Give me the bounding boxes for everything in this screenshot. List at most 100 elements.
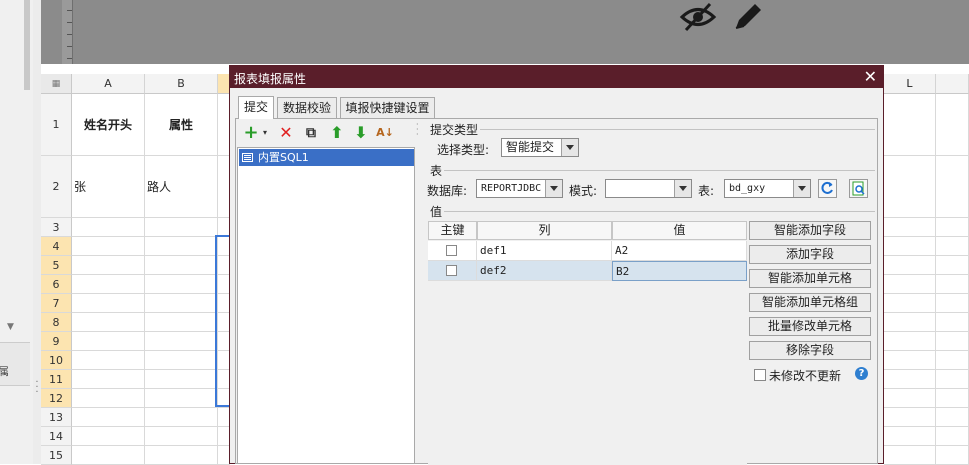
column-cell[interactable]: def1 [477, 241, 612, 261]
cell-b[interactable] [145, 389, 218, 408]
row-header[interactable]: 7 [41, 294, 72, 313]
schema-select[interactable] [605, 179, 692, 198]
row-header[interactable]: 3 [41, 218, 72, 237]
cell-a[interactable] [72, 427, 145, 446]
cell-a[interactable] [72, 294, 145, 313]
submit-type-select[interactable]: 智能提交 [501, 138, 579, 157]
cell-a[interactable] [72, 237, 145, 256]
batch-edit-cells-button[interactable]: 批量修改单元格 [749, 317, 871, 336]
chevron-down-icon[interactable] [545, 180, 562, 197]
select-all-corner[interactable]: ▦ [41, 74, 72, 94]
header-primary-key[interactable]: 主键 [428, 221, 477, 240]
cell-right[interactable] [884, 256, 936, 275]
list-splitter-grip-icon[interactable]: · · · [416, 121, 420, 142]
cell-right[interactable] [936, 332, 969, 351]
cell-right[interactable] [936, 156, 969, 218]
no-update-checkbox[interactable] [754, 369, 766, 381]
tab-shortcut-settings[interactable]: 填报快捷键设置 [340, 97, 435, 118]
cell-right[interactable] [884, 94, 936, 156]
cell-b[interactable] [145, 237, 218, 256]
cell-b[interactable] [145, 332, 218, 351]
cell-right[interactable] [936, 427, 969, 446]
row-header[interactable]: 13 [41, 408, 72, 427]
cell-right[interactable] [936, 218, 969, 237]
value-cell[interactable]: A2 [612, 241, 747, 261]
cell-right[interactable] [884, 332, 936, 351]
cell-b[interactable] [145, 351, 218, 370]
table-row[interactable]: def2 B2 [428, 261, 747, 281]
cell-right[interactable] [884, 389, 936, 408]
smart-add-cell-button[interactable]: 智能添加单元格 [749, 269, 871, 288]
cell-b[interactable] [145, 313, 218, 332]
row-header[interactable]: 8 [41, 313, 72, 332]
smart-add-field-button[interactable]: 智能添加字段 [749, 221, 871, 240]
cell-a[interactable] [72, 370, 145, 389]
row-header[interactable]: 4 [41, 237, 72, 256]
cell-a[interactable]: 张 [72, 156, 145, 218]
cell-b[interactable]: 属性 [145, 94, 218, 156]
primary-key-checkbox[interactable] [446, 245, 457, 256]
cell-a[interactable] [72, 446, 145, 465]
move-up-icon[interactable]: ⬆ [327, 123, 347, 143]
cell-right[interactable] [884, 427, 936, 446]
left-panel-tab[interactable]: 属 [0, 342, 30, 386]
table-select[interactable]: bd_gxy [724, 179, 811, 198]
cell-right[interactable] [884, 275, 936, 294]
header-column[interactable]: 列 [477, 221, 612, 240]
cell-right[interactable] [936, 389, 969, 408]
column-cell[interactable]: def2 [477, 261, 612, 281]
cell-a[interactable] [72, 332, 145, 351]
cell-right[interactable] [884, 370, 936, 389]
cell-right[interactable] [936, 94, 969, 156]
cell-right[interactable] [884, 408, 936, 427]
primary-key-cell[interactable] [428, 261, 477, 281]
row-header[interactable]: 5 [41, 256, 72, 275]
cell-right[interactable] [884, 446, 936, 465]
close-icon[interactable]: ✕ [864, 67, 877, 87]
row-header[interactable]: 12 [41, 389, 72, 408]
chevron-down-icon[interactable] [674, 180, 691, 197]
cell-right[interactable] [936, 408, 969, 427]
edit-pencil-icon[interactable] [730, 0, 766, 34]
cell-b[interactable] [145, 294, 218, 313]
value-table[interactable]: 主键 列 值 def1 A2 def2 B2 [428, 221, 747, 465]
refresh-icon[interactable] [818, 179, 837, 198]
tab-submit[interactable]: 提交 [238, 96, 274, 119]
cell-right[interactable] [936, 256, 969, 275]
dialog-titlebar[interactable]: 报表填报属性 ✕ [230, 66, 883, 88]
cell-right[interactable] [936, 275, 969, 294]
primary-key-cell[interactable] [428, 241, 477, 261]
tab-data-validation[interactable]: 数据校验 [277, 97, 337, 118]
hide-eye-icon[interactable] [678, 0, 718, 34]
cell-b[interactable] [145, 370, 218, 389]
row-header[interactable]: 2 [41, 156, 72, 218]
move-down-icon[interactable]: ⬇ [351, 123, 371, 143]
row-header[interactable]: 9 [41, 332, 72, 351]
collapse-arrow-icon[interactable]: ▼ [0, 323, 33, 332]
sql-list[interactable]: 内置SQL1 [237, 147, 415, 464]
chevron-down-icon[interactable] [561, 139, 578, 156]
cell-b[interactable] [145, 427, 218, 446]
cell-right[interactable] [884, 313, 936, 332]
cell-right[interactable] [936, 370, 969, 389]
list-item[interactable]: 内置SQL1 [239, 149, 414, 166]
cell-a[interactable] [72, 389, 145, 408]
column-header-b[interactable]: B [145, 74, 218, 94]
cell-b[interactable] [145, 446, 218, 465]
cell-a[interactable] [72, 275, 145, 294]
cell-a[interactable]: 姓名开头 [72, 94, 145, 156]
primary-key-checkbox[interactable] [446, 265, 457, 276]
left-panel-scrollbar[interactable] [24, 0, 30, 90]
value-cell[interactable]: B2 [612, 261, 747, 281]
sort-icon[interactable]: A↓ [375, 123, 395, 143]
copy-icon[interactable]: ⧉ [301, 123, 321, 143]
smart-add-cell-group-button[interactable]: 智能添加单元格组 [749, 293, 871, 312]
add-field-button[interactable]: 添加字段 [749, 245, 871, 264]
cell-b[interactable] [145, 218, 218, 237]
cell-a[interactable] [72, 256, 145, 275]
cell-right[interactable] [884, 218, 936, 237]
cell-right[interactable] [884, 237, 936, 256]
cell-right[interactable] [936, 446, 969, 465]
cell-a[interactable] [72, 351, 145, 370]
cell-b[interactable] [145, 408, 218, 427]
